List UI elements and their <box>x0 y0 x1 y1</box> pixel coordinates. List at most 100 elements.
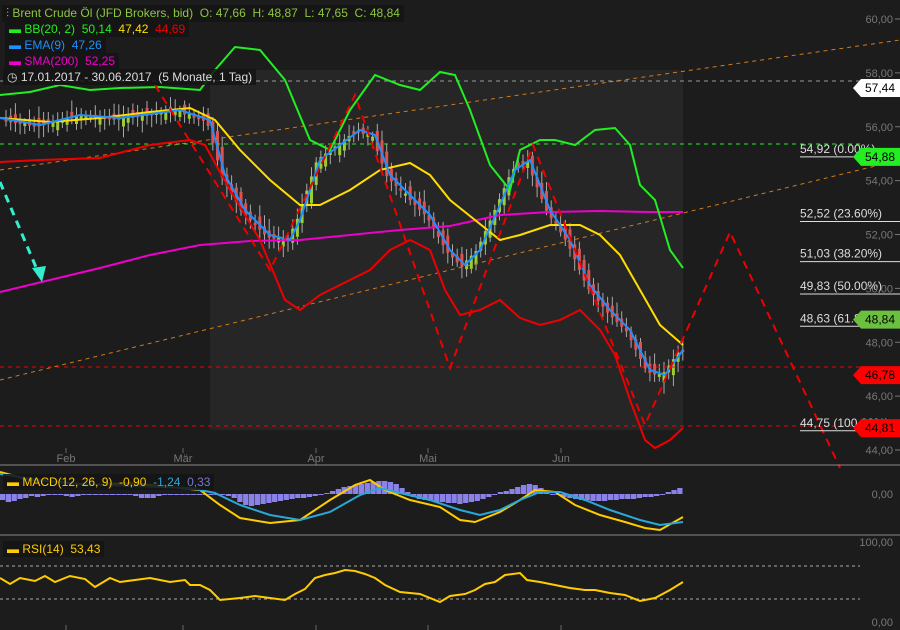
macd-histogram-bar <box>185 494 191 495</box>
macd-histogram-bar <box>104 494 110 495</box>
candle-body <box>399 188 403 191</box>
macd-histogram-bar <box>677 488 683 494</box>
ohlc-close: C: 48,84 <box>354 6 400 20</box>
macd-histogram-bar <box>468 494 475 502</box>
macd-histogram-bar <box>208 494 214 495</box>
macd-histogram-bar <box>463 494 469 503</box>
macd-histogram-bar <box>306 494 313 497</box>
macd-histogram-bar <box>480 494 486 499</box>
macd-histogram-bar <box>156 494 162 496</box>
macd-histogram-bar <box>98 494 104 495</box>
rsi-legend[interactable]: ▬ RSI(14) 53,43 <box>3 541 105 557</box>
macd-histogram-bar <box>52 494 58 495</box>
y-tick-label: 58,00 <box>865 68 893 80</box>
macd-histogram-bar <box>272 494 278 502</box>
price-tag-label: 57,44 <box>865 81 895 95</box>
macd-histogram-bar <box>69 494 75 497</box>
macd-histogram-bar <box>289 494 295 499</box>
macd-histogram-bar <box>590 494 596 501</box>
fib-label: 51,03 (38.20%) <box>800 247 882 261</box>
instrument-title: Brent Crude Öl (JFD Brokers, bid) <box>12 6 194 20</box>
macd-histogram-bar <box>260 494 266 504</box>
candle-body <box>657 374 661 377</box>
macd-histogram-bar <box>625 494 631 499</box>
macd-histogram-bar <box>248 494 255 506</box>
sma-legend[interactable]: ▬ SMA(200) 52,25 <box>5 53 120 69</box>
macd-histogram-bar <box>295 494 301 498</box>
y-tick-label: 56,00 <box>865 122 893 134</box>
macd-histogram-bar <box>0 494 6 500</box>
macd-histogram-bar <box>23 494 29 498</box>
macd-signal-value: -1,24 <box>153 475 181 489</box>
macd-histogram-bar <box>17 494 23 499</box>
macd-histogram-bar <box>665 492 671 494</box>
bb-middle-value: 47,42 <box>118 22 149 36</box>
macd-histogram-bar <box>648 494 654 497</box>
x-tick-label: Mär <box>174 453 193 465</box>
candle-body <box>187 114 191 119</box>
macd-histogram-bar <box>11 494 17 501</box>
indicator-icon: ⫶ <box>6 6 10 20</box>
macd-label: MACD(12, 26, 9) <box>22 475 113 489</box>
macd-histogram-bar <box>191 494 197 495</box>
macd-histogram-bar <box>515 487 521 494</box>
bb-label: BB(20, 2) <box>24 22 76 36</box>
macd-histogram-bar <box>486 494 492 497</box>
ema-legend[interactable]: ▬ EMA(9) 47,26 <box>5 37 106 53</box>
macd-histogram-bar <box>509 489 515 494</box>
rsi-value: 53,43 <box>70 542 101 556</box>
macd-histogram-bar <box>613 494 619 500</box>
macd-histogram-bar <box>173 494 179 495</box>
chart-svg: 54,92 (0.00%)52,52 (23.60%)51,03 (38.20%… <box>0 14 900 630</box>
x-tick-label: Apr <box>307 453 324 465</box>
macd-histogram-bar <box>115 494 122 495</box>
macd-histogram-bar <box>642 494 648 497</box>
candle-body <box>371 136 375 141</box>
price-tag-label: 54,88 <box>865 150 895 164</box>
macd-histogram-bar <box>179 494 185 495</box>
macd-histogram-bar <box>46 494 52 495</box>
bb-upper-value: 50,14 <box>81 22 112 36</box>
y-tick-label: 46,00 <box>865 391 893 403</box>
macd-legend[interactable]: ▬ MACD(12, 26, 9) -0,90 -1,24 0,33 <box>3 474 215 490</box>
cyan-arrow-line <box>0 181 40 273</box>
macd-histogram-bar <box>659 494 666 495</box>
macd-histogram-bar <box>329 491 336 494</box>
y-tick-label: 50,00 <box>865 283 893 295</box>
macd-histogram-bar <box>671 490 677 494</box>
macd-histogram-bar <box>445 494 451 503</box>
macd-histogram-bar <box>619 494 625 499</box>
macd-histogram-bar <box>34 494 41 497</box>
macd-histogram-bar <box>254 494 260 505</box>
macd-histogram-bar <box>358 484 365 494</box>
y-tick-label: 52,00 <box>865 230 893 242</box>
macd-histogram-bar <box>40 494 46 496</box>
sma-value: 52,25 <box>85 54 116 68</box>
x-tick-label: Feb <box>57 453 76 465</box>
macd-histogram-bar <box>549 494 556 495</box>
macd-histogram-bar <box>167 494 174 495</box>
macd-histogram-bar <box>503 491 509 494</box>
ohlc-open: O: 47,66 <box>199 6 246 20</box>
macd-histogram-bar <box>121 494 127 495</box>
rsi-y-tick-label: 100,00 <box>859 537 893 549</box>
macd-histogram-bar <box>474 494 480 501</box>
candle-body <box>178 110 182 118</box>
candle-body <box>404 193 407 196</box>
macd-histogram-bar <box>225 494 232 496</box>
macd-histogram-bar <box>439 494 446 502</box>
macd-histogram-bar <box>81 494 87 495</box>
macd-histogram-bar <box>63 494 69 496</box>
macd-histogram-bar <box>277 494 284 501</box>
macd-histogram-bar <box>636 494 642 498</box>
macd-histogram-bar <box>127 494 133 495</box>
bb-legend[interactable]: ▬ BB(20, 2) 50,14 47,42 44,69 <box>5 21 190 37</box>
macd-histogram-bar <box>654 494 660 496</box>
chart-area[interactable]: 54,92 (0.00%) 52,52 (23.60%) 51,03 (38.20%… <box>0 0 900 630</box>
macd-histogram-bar <box>243 494 249 505</box>
rsi-line <box>0 568 684 604</box>
fib-label: 52,52 (23.60%) <box>800 206 882 220</box>
candle-body <box>253 222 257 226</box>
period-detail: (5 Monate, 1 Tag) <box>158 70 253 84</box>
macd-histogram-bar <box>57 494 64 495</box>
